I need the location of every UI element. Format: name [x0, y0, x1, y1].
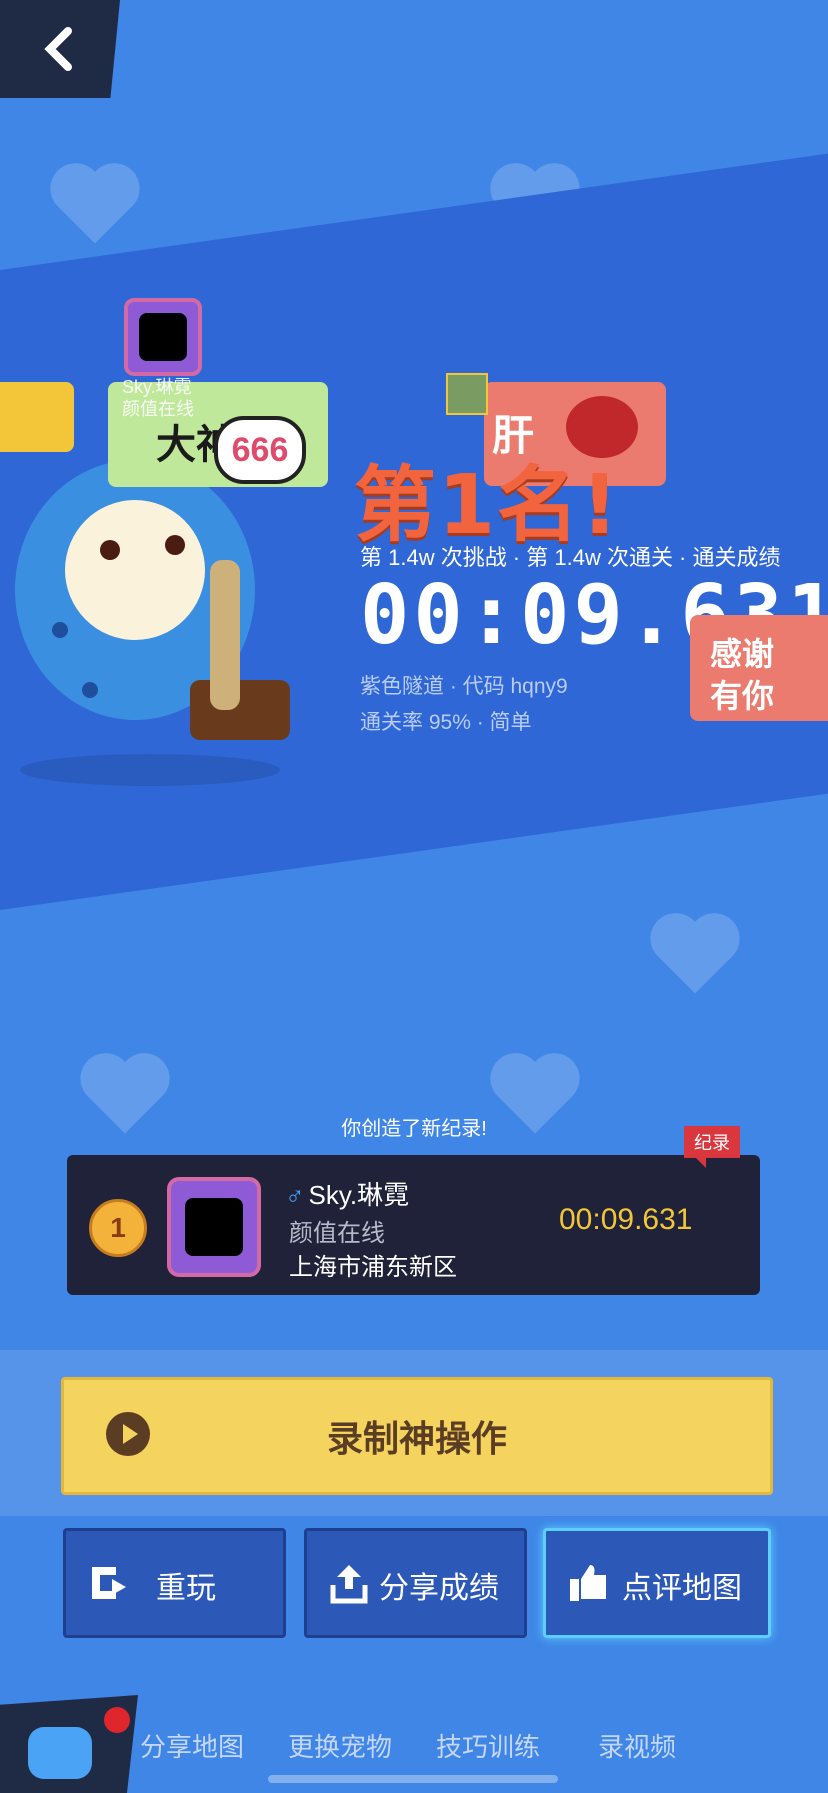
thumbnail-image — [446, 373, 488, 415]
avatar — [167, 1177, 261, 1277]
chevron-left-icon — [44, 27, 72, 71]
sticker-thanks: 感谢 有你 — [690, 615, 828, 721]
rank-medal-icon: 1 — [89, 1199, 147, 1257]
home-indicator — [268, 1775, 558, 1783]
player-subtitle: 颜值在线 — [289, 1220, 385, 1247]
record-badge: 纪录 — [684, 1126, 740, 1168]
heart-pattern-icon — [50, 163, 140, 244]
notification-dot — [104, 1707, 130, 1733]
replay-icon — [92, 1567, 126, 1599]
sticker-bubble: 666 — [214, 416, 306, 484]
nav-skill-training[interactable]: 技巧训练 — [436, 1727, 540, 1764]
review-map-button[interactable]: 点评地图 — [543, 1528, 771, 1638]
heart-pattern-icon — [650, 913, 740, 994]
map-info: 紫色隧道 · 代码 hqny9 — [360, 675, 568, 698]
difficulty-info: 通关率 95% · 简单 — [360, 711, 532, 734]
record-video-button[interactable]: 录制神操作 — [61, 1377, 773, 1495]
player-location: 上海市浦东新区 — [289, 1254, 457, 1281]
share-score-button[interactable]: 分享成绩 — [304, 1528, 527, 1638]
nav-record-video[interactable]: 录视频 — [598, 1727, 676, 1764]
upload-share-icon — [330, 1565, 368, 1604]
record-card[interactable]: 1 ♂ Sky.琳霓 颜值在线 上海市浦东新区 00:09.631 — [67, 1155, 760, 1295]
sticker-yellow — [0, 382, 74, 452]
nav-change-pet[interactable]: 更换宠物 — [288, 1727, 392, 1764]
male-icon: ♂ — [285, 1180, 305, 1210]
pet-face-icon — [28, 1727, 92, 1779]
nav-share-map[interactable]: 分享地图 — [140, 1727, 244, 1764]
player-name: ♂ Sky.琳霓 — [285, 1180, 410, 1210]
replay-button[interactable]: 重玩 — [63, 1528, 286, 1638]
user-avatar-small — [124, 298, 202, 376]
thumbs-up-icon — [570, 1565, 606, 1601]
sticker-user-label: Sky.琳霓 颜值在线 — [122, 377, 194, 419]
back-button[interactable] — [0, 0, 120, 98]
record-time: 00:09.631 — [559, 1203, 693, 1236]
